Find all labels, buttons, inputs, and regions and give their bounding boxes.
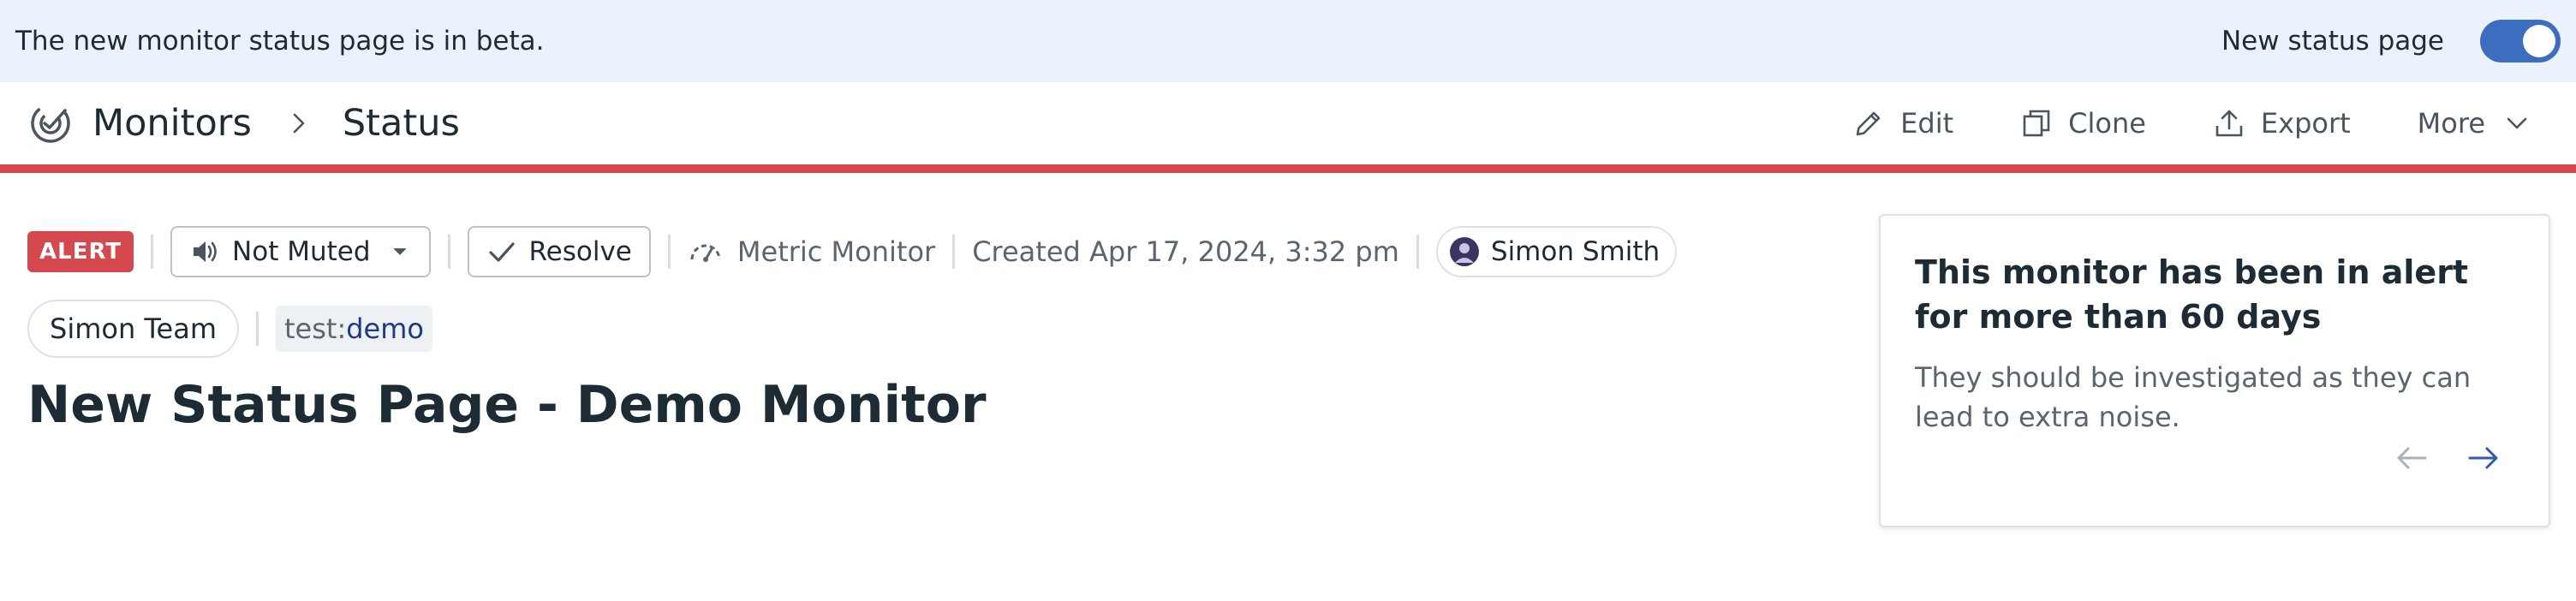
new-status-page-label: New status page <box>2221 26 2444 57</box>
arrow-left-icon[interactable] <box>2393 438 2432 478</box>
more-dropdown[interactable]: More <box>2418 107 2533 140</box>
tag-separator: : <box>337 312 347 345</box>
monitor-tags-row: Simon Team test:demo <box>27 300 432 358</box>
created-timestamp: Created Apr 17, 2024, 3:32 pm <box>972 235 1399 268</box>
status-badge: ALERT <box>27 231 134 272</box>
owner-pill[interactable]: Simon Smith <box>1435 226 1678 277</box>
upload-icon <box>2215 110 2243 137</box>
owner-name: Simon Smith <box>1490 236 1661 267</box>
clone-label: Clone <box>2068 107 2146 140</box>
divider <box>667 235 671 269</box>
alert-duration-notice-card: This monitor has been in alert for more … <box>1879 214 2550 527</box>
resolve-button[interactable]: Resolve <box>467 226 651 277</box>
notice-pagination <box>2393 438 2502 478</box>
page-title: New Status Page - Demo Monitor <box>27 375 987 435</box>
monitor-status-page: The new monitor status page is in beta. … <box>0 0 2576 601</box>
divider <box>151 235 154 269</box>
toggle-knob <box>2523 25 2555 57</box>
monitors-target-icon <box>31 104 70 143</box>
beta-banner: The new monitor status page is in beta. … <box>0 0 2576 82</box>
avatar <box>1449 237 1479 266</box>
export-button[interactable]: Export <box>2213 107 2351 140</box>
arrow-right-icon[interactable] <box>2463 438 2502 478</box>
resolve-label: Resolve <box>528 236 632 267</box>
divider <box>255 312 259 346</box>
beta-banner-text: The new monitor status page is in beta. <box>15 26 545 57</box>
team-pill[interactable]: Simon Team <box>27 300 239 358</box>
header-actions: Edit Clone Export More <box>1852 107 2549 140</box>
monitor-type: Metric Monitor <box>688 234 935 270</box>
new-status-page-toggle[interactable] <box>2480 20 2561 62</box>
mute-label: Not Muted <box>232 236 371 267</box>
caret-down-icon <box>392 248 407 255</box>
team-name: Simon Team <box>50 312 217 345</box>
notice-body: They should be investigated as they can … <box>1915 361 2472 433</box>
clone-icon <box>2023 110 2050 137</box>
notice-title: This monitor has been in alert for more … <box>1915 253 2469 336</box>
breadcrumb: Monitors Status <box>27 100 460 146</box>
chevron-down-icon <box>2507 117 2527 129</box>
gauge-icon <box>690 244 721 262</box>
page-header: Monitors Status Edit Clone Export More <box>0 82 2576 173</box>
mute-dropdown[interactable]: Not Muted <box>170 226 431 277</box>
monitor-type-label: Metric Monitor <box>736 235 936 268</box>
more-label: More <box>2417 107 2485 140</box>
tag-key: test <box>283 312 337 345</box>
divider <box>447 235 450 269</box>
divider <box>952 235 956 269</box>
pencil-icon <box>1856 111 1881 136</box>
edit-button[interactable]: Edit <box>1852 107 1953 140</box>
edit-label: Edit <box>1900 107 1954 140</box>
divider <box>1416 235 1419 269</box>
tag-chip[interactable]: test:demo <box>275 306 432 352</box>
tag-value: demo <box>346 312 424 345</box>
breadcrumb-monitors[interactable]: Monitors <box>92 102 252 145</box>
clone-button[interactable]: Clone <box>2020 107 2146 140</box>
user-avatar-icon <box>1454 243 1474 263</box>
monitor-meta-row: ALERT Not Muted Resolve Metric Monitor C… <box>27 226 1678 277</box>
export-label: Export <box>2260 107 2351 140</box>
check-icon <box>488 242 515 262</box>
chevron-right-icon <box>293 113 305 134</box>
new-status-page-toggle-group: New status page <box>2221 20 2561 62</box>
speaker-icon <box>194 241 217 262</box>
breadcrumb-status: Status <box>342 102 460 145</box>
